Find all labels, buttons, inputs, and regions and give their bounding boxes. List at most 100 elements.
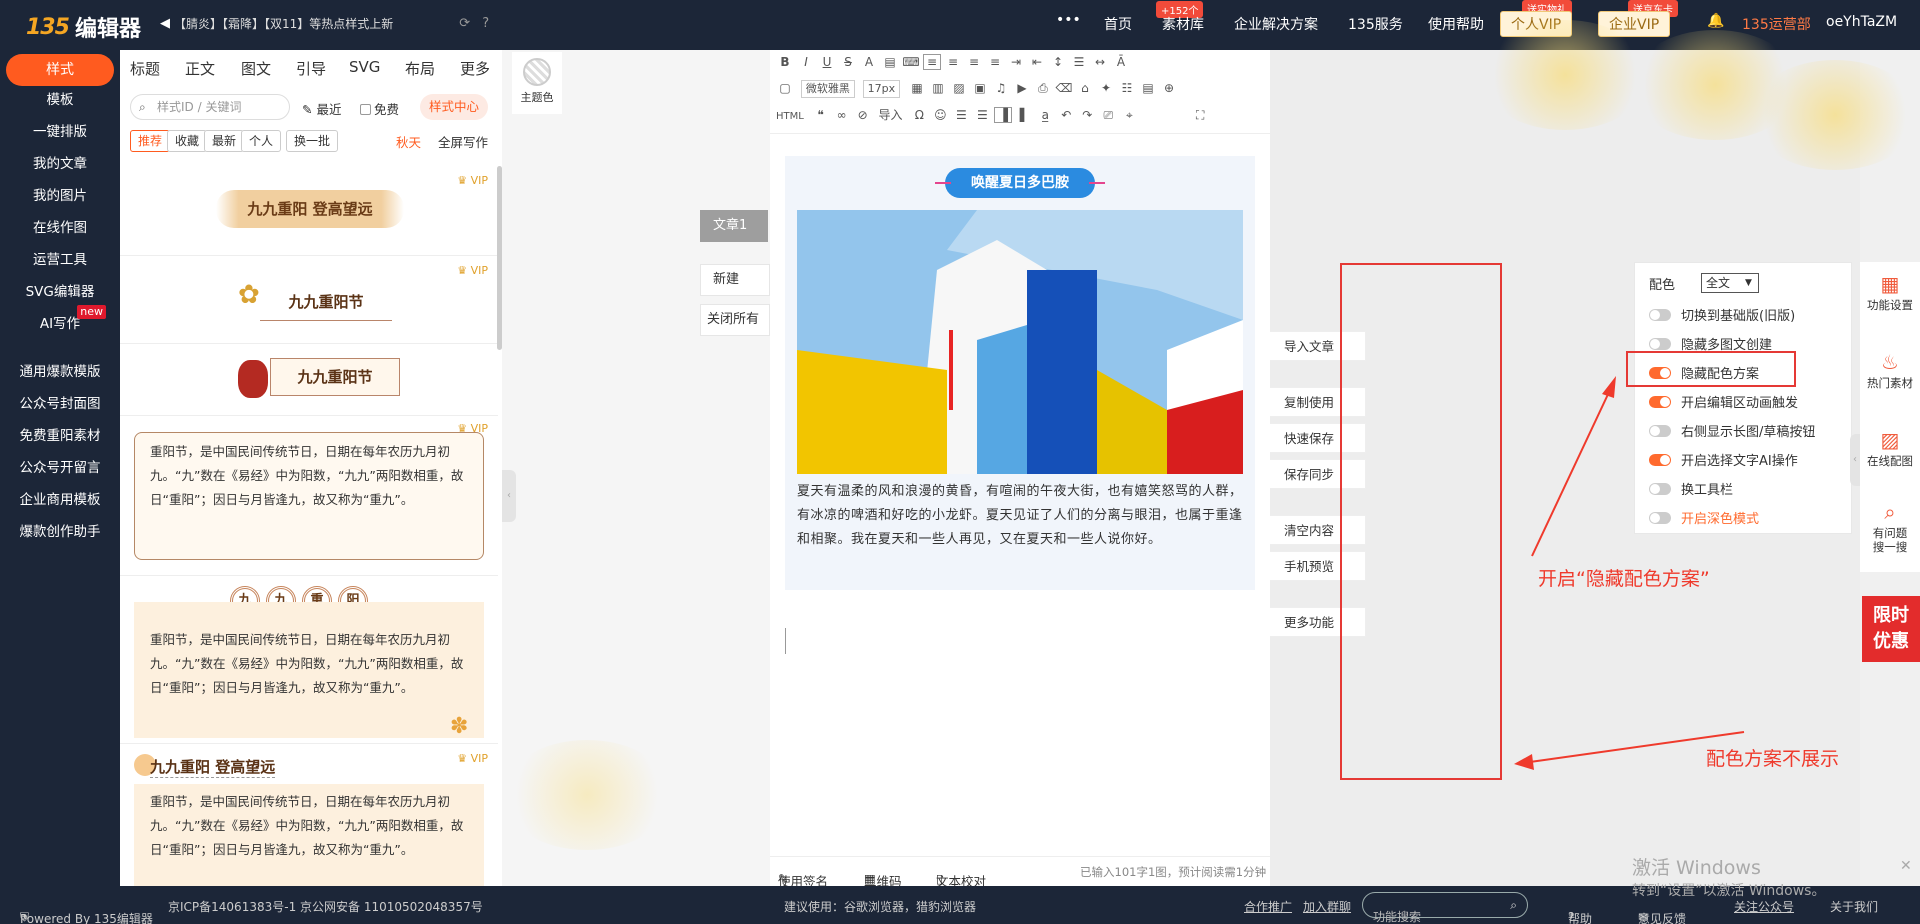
toggle-toolbar[interactable]: 换工具栏 [1649, 479, 1733, 498]
toggle-switch[interactable] [1649, 395, 1671, 408]
underline-icon[interactable]: U [818, 55, 836, 69]
footer-about-link[interactable]: 关于我们 [1830, 898, 1878, 915]
line-height-icon[interactable]: ↕ [1049, 55, 1067, 69]
link-icon[interactable]: ∞ [833, 108, 851, 122]
clear-format-icon[interactable]: Ā [1112, 55, 1130, 69]
strikethrough-icon[interactable]: S [839, 55, 857, 69]
style-search-input[interactable]: ⌕ 样式ID / 关键词 [130, 94, 290, 120]
paragraph-spacing-icon[interactable]: ☰ [1070, 55, 1088, 69]
tab-title[interactable]: 标题 [130, 58, 160, 79]
filter-latest[interactable]: 最新 [204, 130, 245, 152]
background-color-icon[interactable]: ▤ [881, 55, 899, 69]
nav-user[interactable]: oeYhTaZM [1826, 14, 1897, 30]
letter-spacing-icon[interactable]: ↔ [1091, 55, 1109, 69]
toggle-switch[interactable] [1649, 482, 1671, 495]
style-card[interactable]: ♛ VIP 重阳节，是中国民间传统节日，日期在每年农历九月初九。“九”数在《易经… [120, 416, 498, 576]
footer-partner-link[interactable]: 合作推广 [1244, 898, 1292, 915]
justify-icon[interactable]: ≡ [986, 55, 1004, 69]
sidebar-item-svg-editor[interactable]: SVG编辑器 [0, 280, 120, 300]
toggle-switch[interactable] [1649, 511, 1671, 524]
sidebar-item-styles[interactable]: 样式 [6, 54, 114, 86]
tab-image-text[interactable]: 图文 [241, 58, 271, 79]
italic-icon[interactable]: I [797, 55, 815, 69]
music-icon[interactable]: ♫ [992, 81, 1010, 95]
logo[interactable]: 135 编辑器 [26, 11, 141, 43]
location-icon[interactable]: ⌖ [1120, 108, 1138, 123]
sidebar-item-my-images[interactable]: 我的图片 [0, 184, 120, 204]
gallery-icon[interactable]: ▣ [971, 81, 989, 95]
wand-icon[interactable]: ✦ [1097, 81, 1115, 95]
toggle-animation[interactable]: 开启编辑区动画触发 [1649, 392, 1798, 411]
sidebar-item-commercial[interactable]: 企业商用模板 [0, 488, 120, 508]
help-circle-icon[interactable]: ? [482, 16, 489, 31]
style-card[interactable]: ♛ VIP 九九重阳 登高望远 重阳节，是中国民间传统节日，日期在每年农历九月初… [120, 744, 498, 886]
sidebar-item-assistant[interactable]: 爆款创作助手 [0, 520, 120, 540]
nav-enterprise[interactable]: 企业解决方案 [1234, 14, 1318, 34]
ordered-list-icon[interactable]: ☰ [952, 108, 970, 122]
format-painter-icon[interactable]: ⌨ [902, 55, 920, 69]
article-tab-current[interactable]: 文章1 [700, 210, 768, 242]
free-checkbox[interactable]: 免费 [360, 99, 399, 118]
outdent-icon[interactable]: ⇤ [1028, 55, 1046, 69]
tab-guide[interactable]: 引导 [296, 58, 326, 79]
bullet-list-icon[interactable]: ☰ [973, 108, 991, 122]
filter-recommend[interactable]: 推荐 [130, 130, 171, 152]
table2-icon[interactable]: ▥ [929, 81, 947, 95]
close-icon[interactable]: ✕ [1900, 858, 1912, 874]
subscript-icon[interactable]: a̲ [1036, 108, 1054, 122]
shape-icon[interactable]: ⌂ [1076, 81, 1094, 95]
align-right-icon[interactable]: ≡ [965, 55, 983, 69]
table-icon[interactable]: ▦ [908, 81, 926, 95]
sidebar-item-my-articles[interactable]: 我的文章 [0, 152, 120, 172]
nav-help[interactable]: 使用帮助 [1428, 14, 1484, 34]
redo-icon[interactable]: ↷ [1078, 108, 1096, 122]
article-content[interactable]: 唤醒夏日多巴胺 夏天有温柔的风和浪漫的黄昏，有喧闹的午夜大街，也有嬉笑怒骂的人群… [785, 156, 1255, 590]
hot-materials-button[interactable]: ♨ 热门素材 [1860, 350, 1920, 390]
footer-follow-link[interactable]: 关注公众号 [1734, 898, 1794, 915]
toggle-ai-select[interactable]: 开启选择文字AI操作 [1649, 450, 1798, 469]
nav-service[interactable]: 135服务 [1348, 14, 1403, 34]
sidebar-item-hot-templates[interactable]: 通用爆款模版 [0, 360, 120, 380]
theme-color-button[interactable]: 主题色 [512, 52, 562, 114]
font-color-icon[interactable]: A [860, 55, 878, 69]
nav-more[interactable]: ••• [1056, 12, 1081, 28]
new-doc-icon[interactable]: ▢ [776, 81, 794, 95]
tab-layout[interactable]: 布局 [405, 58, 435, 79]
toggle-switch[interactable] [1649, 308, 1671, 321]
function-search-input[interactable]: 功能搜索 ⌕ [1362, 892, 1528, 924]
footer-group-link[interactable]: 加入群聊 [1303, 898, 1351, 915]
style-center-button[interactable]: 样式中心 [420, 94, 488, 120]
print-icon[interactable]: ⎙ [1034, 81, 1052, 96]
unlink-icon[interactable]: ⊘ [854, 108, 872, 122]
search-replace-icon[interactable]: ⎚ [1099, 108, 1117, 123]
sidebar-item-comments[interactable]: 公众号开留言 [0, 456, 120, 476]
nav-materials[interactable]: 素材库 [1162, 14, 1204, 34]
toggle-dark-mode[interactable]: 开启深色模式 [1649, 508, 1759, 527]
close-all-button[interactable]: 关闭所有 [700, 304, 770, 336]
refresh-icon[interactable]: ⟳ [459, 16, 470, 31]
nav-ops[interactable]: 135运营部 [1742, 14, 1811, 34]
style-card[interactable]: ♛ VIP ✿ 九九重阳节 [120, 256, 498, 344]
footer-icp[interactable]: 京ICP备14061383号-1 京公网安备 11010502048357号 [168, 898, 483, 915]
style-card[interactable]: 九 九 重 阳 重阳节，是中国民间传统节日，日期在每年农历九月初九。“九”数在《… [120, 576, 498, 744]
toggle-switch[interactable] [1649, 453, 1671, 466]
template-icon[interactable]: ▤ [1139, 81, 1157, 95]
list-icon[interactable]: ☷ [1118, 81, 1136, 95]
zoom-icon[interactable]: ⊕ [1160, 81, 1178, 95]
tab-body[interactable]: 正文 [185, 58, 215, 79]
omega-icon[interactable]: Ω [910, 108, 928, 122]
nav-home[interactable]: 首页 [1104, 14, 1132, 34]
sidebar-item-cover[interactable]: 公众号封面图 [0, 392, 120, 412]
sidebar-item-templates[interactable]: 模板 [0, 88, 120, 108]
sidebar-item-online-drawing[interactable]: 在线作图 [0, 216, 120, 236]
toggle-basic-version[interactable]: 切换到基础版(旧版) [1649, 305, 1795, 324]
toggle-long-image[interactable]: 右侧显示长图/草稿按钮 [1649, 421, 1815, 440]
swap-batch-button[interactable]: 换一批 [286, 130, 339, 152]
align-left-icon[interactable]: ≡ [923, 54, 941, 70]
eraser-icon[interactable]: ⌫ [1055, 81, 1073, 95]
font-family-select[interactable]: 微软雅黑 [800, 80, 855, 98]
content-photo[interactable] [797, 210, 1243, 474]
image-float-icon[interactable]: ▌ [1015, 108, 1033, 122]
filter-favorites[interactable]: 收藏 [167, 130, 208, 152]
video-icon[interactable]: ▶ [1013, 81, 1031, 95]
